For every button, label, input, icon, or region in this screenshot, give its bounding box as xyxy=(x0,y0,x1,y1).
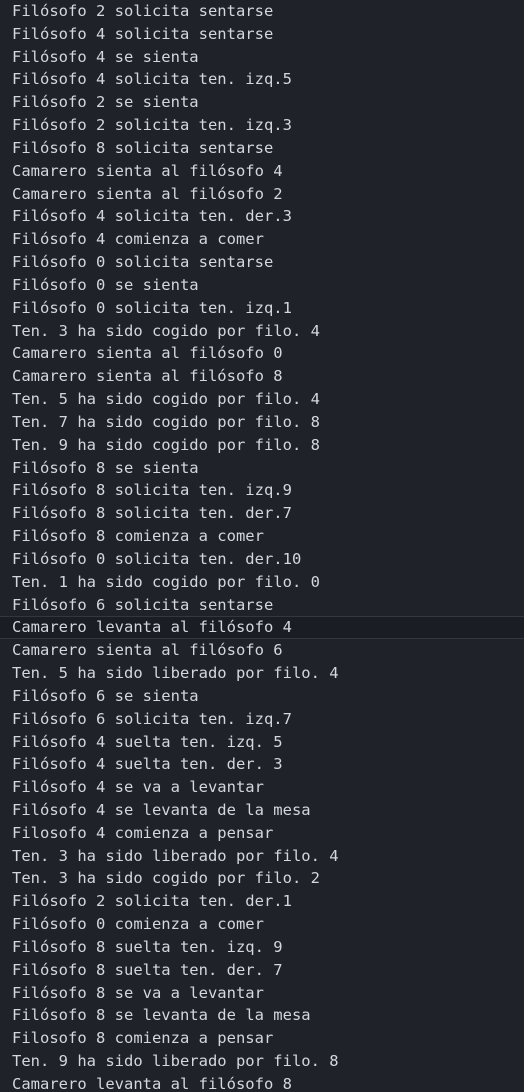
log-line: Filósofo 8 se sienta xyxy=(12,458,199,477)
log-line: Ten. 9 ha sido liberado por filo. 8 xyxy=(12,1052,339,1071)
log-line: Filósofo 4 se sienta xyxy=(12,47,199,66)
log-lines: Filósofo 2 solicita sentarse Filósofo 4 s… xyxy=(0,0,524,1092)
log-line: Filósofo 2 solicita sentarse xyxy=(12,2,274,20)
log-line: Camarero sienta al filósofo 0 xyxy=(12,344,283,363)
log-line: Camarero sienta al filósofo 8 xyxy=(12,367,283,386)
log-line: Filósofo 0 solicita sentarse xyxy=(12,253,274,272)
log-line: Ten. 9 ha sido cogido por filo. 8 xyxy=(12,435,320,454)
log-line: Ten. 1 ha sido cogido por filo. 0 xyxy=(12,572,320,591)
log-line: Filósofo 4 solicita sentarse xyxy=(12,24,274,43)
log-line: Filósofo 6 solicita sentarse xyxy=(12,595,274,614)
log-line: Filósofo 4 solicita ten. izq.5 xyxy=(12,70,292,89)
log-line: Ten. 5 ha sido liberado por filo. 4 xyxy=(12,664,339,683)
log-line: Ten. 3 ha sido cogido por filo. 4 xyxy=(12,321,320,340)
log-line: Camarero sienta al filósofo 2 xyxy=(12,184,283,203)
log-line: Filósofo 8 se levanta de la mesa xyxy=(12,1006,311,1025)
log-line: Filósofo 2 se sienta xyxy=(12,93,199,112)
log-line: Ten. 5 ha sido cogido por filo. 4 xyxy=(12,390,320,409)
log-line: Filósofo 8 solicita ten. der.7 xyxy=(12,504,292,523)
log-line: Filosofo 4 comienza a pensar xyxy=(12,823,274,842)
log-line: Filósofo 8 suelta ten. izq. 9 xyxy=(12,937,283,956)
log-line: Camarero sienta al filósofo 6 xyxy=(12,641,283,660)
log-line: Filósofo 0 se sienta xyxy=(12,275,199,294)
log-line: Filósofo 0 comienza a comer xyxy=(12,915,264,934)
log-line: Filósofo 8 solicita ten. izq.9 xyxy=(12,481,292,500)
log-line: Filósofo 6 solicita ten. izq.7 xyxy=(12,709,292,728)
log-line: Filósofo 0 solicita ten. der.10 xyxy=(12,549,302,568)
log-line: Camarero sienta al filósofo 4 xyxy=(12,161,283,180)
log-line: Ten. 3 ha sido liberado por filo. 4 xyxy=(12,846,339,865)
log-line: Filósofo 8 solicita sentarse xyxy=(12,138,274,157)
log-line: Filósofo 4 comienza a comer xyxy=(12,230,264,249)
log-line: Filósofo 4 se levanta de la mesa xyxy=(12,800,311,819)
log-line: Ten. 7 ha sido cogido por filo. 8 xyxy=(12,412,320,431)
log-line: Filósofo 8 suelta ten. der. 7 xyxy=(12,960,283,979)
log-line: Filosofo 8 comienza a pensar xyxy=(12,1029,274,1048)
log-line: Ten. 3 ha sido cogido por filo. 2 xyxy=(12,869,320,888)
log-line-current: Camarero levanta al filósofo 4 xyxy=(0,616,524,640)
log-line: Filósofo 8 se va a levantar xyxy=(12,983,264,1002)
log-line: Filósofo 8 comienza a comer xyxy=(12,527,264,546)
log-line: Filósofo 4 suelta ten. izq. 5 xyxy=(12,732,283,751)
log-line: Filósofo 4 se va a levantar xyxy=(12,778,264,797)
log-line: Filósofo 2 solicita ten. izq.3 xyxy=(12,116,292,135)
terminal-output-panel[interactable]: Filósofo 2 solicita sentarse Filósofo 4 s… xyxy=(0,0,524,1092)
log-line: Camarero levanta al filósofo 8 xyxy=(12,1074,292,1092)
log-line: Filósofo 2 solicita ten. der.1 xyxy=(12,892,292,911)
log-line: Filósofo 6 se sienta xyxy=(12,686,199,705)
log-line: Filósofo 4 solicita ten. der.3 xyxy=(12,207,292,226)
log-line: Filósofo 0 solicita ten. izq.1 xyxy=(12,298,292,317)
log-line: Filósofo 4 suelta ten. der. 3 xyxy=(12,755,283,774)
